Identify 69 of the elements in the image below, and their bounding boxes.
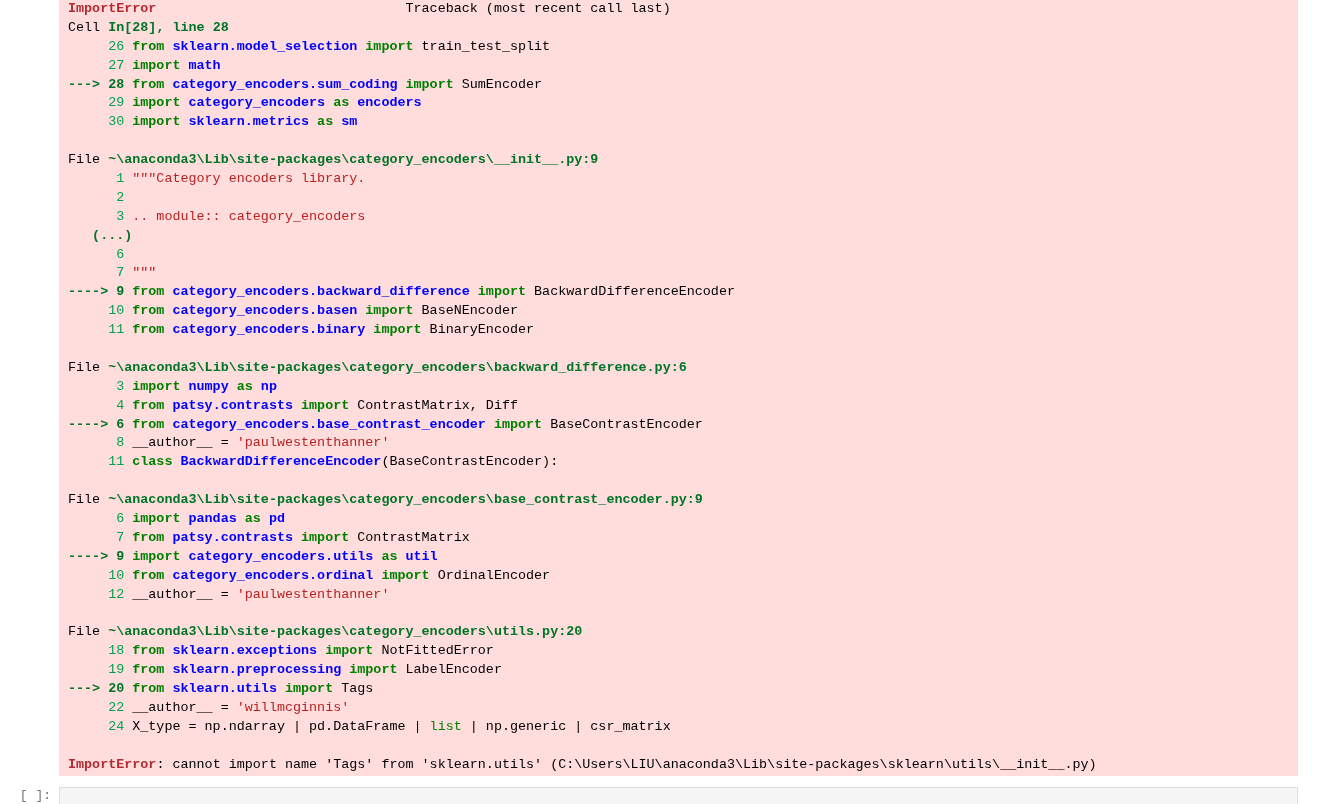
line-number: 3 (116, 377, 125, 396)
frame-location: File ~\anaconda3\Lib\site-packages\category_encoders\utils.py:20 (68, 623, 583, 642)
exception-name: ImportError (68, 0, 157, 18)
code-line: from sklearn.preprocessing import LabelEncoder (132, 661, 502, 680)
line-number: 3 (116, 207, 125, 226)
input-prompt: [ ]: (19, 787, 52, 804)
line-number: 19 (108, 661, 125, 680)
code-line: from category_encoders.sum_coding import SumEncoder (132, 75, 543, 94)
line-number: 30 (108, 113, 125, 132)
line-number: 20 (108, 680, 125, 699)
code-line: from category_encoders.backward_difference import BackwardDifferenceEncoder (132, 283, 735, 302)
line-number: 6 (116, 510, 125, 529)
code-line: from patsy.contrasts import ContrastMatrix, Diff (132, 396, 518, 415)
code-line: from category_encoders.binary import BinaryEncoder (132, 321, 535, 340)
code-line: __author__ = 'paulwestenthanner' (132, 434, 390, 453)
current-line-arrow: ---> (68, 75, 101, 94)
current-line-arrow: ----> (68, 415, 109, 434)
code-line: import pandas as pd (132, 510, 285, 529)
line-number: 12 (108, 585, 125, 604)
code-line: """ (132, 264, 157, 283)
line-number: 4 (116, 396, 125, 415)
code-line: from sklearn.utils import Tags (132, 680, 374, 699)
line-number: 24 (108, 717, 125, 736)
error-message: ImportError: cannot import name 'Tags' from 'sklearn.utils' (C:\Users\LIU\anaconda3\Lib\site-packages\sklearn\utils\__init__.py) (68, 755, 1097, 774)
code-line: from patsy.contrasts import ContrastMatrix (132, 528, 470, 547)
line-number: 10 (108, 302, 125, 321)
code-line: from sklearn.exceptions import NotFittedError (132, 642, 494, 661)
code-line: X_type = np.ndarray | pd.DataFrame | list | np.generic | csr_matrix (132, 717, 671, 736)
line-number: 7 (116, 264, 125, 283)
line-number: 22 (108, 698, 125, 717)
line-number: 18 (108, 642, 125, 661)
line-number: 10 (108, 566, 125, 585)
traceback-label: Traceback (most recent call last) (405, 0, 671, 18)
line-number: 2 (116, 188, 125, 207)
code-line: import category_encoders as encoders (132, 94, 422, 113)
code-line: from category_encoders.basen import BaseNEncoder (132, 302, 518, 321)
code-line: __author__ = 'paulwestenthanner' (132, 585, 390, 604)
code-line: .. module:: category_encoders (132, 207, 366, 226)
current-line-arrow: ---> (68, 680, 101, 699)
frame-location: File ~\anaconda3\Lib\site-packages\category_encoders\__init__.py:9 (68, 151, 599, 170)
code-line: import numpy as np (132, 377, 277, 396)
code-line: from category_encoders.ordinal import OrdinalEncoder (132, 566, 551, 585)
line-number: 27 (108, 56, 125, 75)
frame-location: Cell In[28], line 28 (68, 18, 229, 37)
line-number: 11 (108, 321, 125, 340)
omitted-lines-marker: (...) (92, 226, 133, 245)
line-number: 9 (116, 547, 125, 566)
code-line: import sklearn.metrics as sm (132, 113, 358, 132)
current-line-arrow: ----> (68, 547, 109, 566)
code-line: import math (132, 56, 221, 75)
line-number: 8 (116, 434, 125, 453)
line-number: 29 (108, 94, 125, 113)
line-number: 1 (116, 170, 125, 188)
code-line: class BackwardDifferenceEncoder(BaseContrastEncoder): (132, 453, 559, 472)
line-number: 26 (108, 37, 125, 56)
code-line: __author__ = 'willmcginnis' (132, 698, 350, 717)
line-number: 7 (116, 528, 125, 547)
line-number: 9 (116, 283, 125, 302)
code-line: import category_encoders.utils as util (132, 547, 438, 566)
code-line: from sklearn.model_selection import train_test_split (132, 37, 551, 56)
line-number: 28 (108, 75, 125, 94)
frame-location: File ~\anaconda3\Lib\site-packages\category_encoders\backward_difference.py:6 (68, 358, 687, 377)
current-line-arrow: ----> (68, 283, 109, 302)
line-number: 6 (116, 245, 125, 264)
code-line: """Category encoders library. (132, 170, 366, 188)
code-line: from category_encoders.base_contrast_encoder import BaseContrastEncoder (132, 415, 703, 434)
frame-location: File ~\anaconda3\Lib\site-packages\category_encoders\base_contrast_encoder.py:9 (68, 491, 703, 510)
line-number: 11 (108, 453, 125, 472)
line-number: 6 (116, 415, 125, 434)
